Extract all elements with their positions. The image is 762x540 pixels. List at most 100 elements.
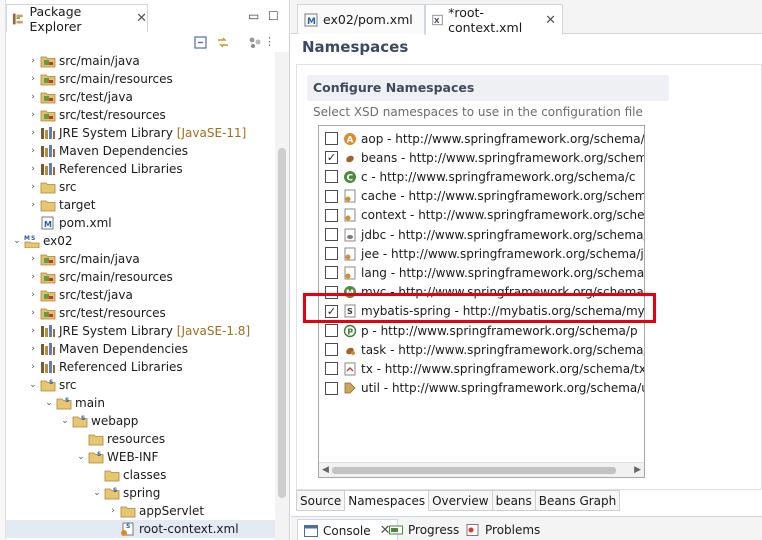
scrollbar-thumb[interactable] xyxy=(278,148,286,498)
jee-icon xyxy=(344,247,356,261)
tree-item[interactable]: ⌄ Smain xyxy=(6,394,276,412)
namespace-list-hscrollbar[interactable]: ◀ ▶ xyxy=(319,462,644,477)
maximize-icon[interactable]: ☐ xyxy=(268,9,279,23)
expand-arrow-icon[interactable]: ⌄ xyxy=(76,448,86,466)
namespace-checkbox[interactable] xyxy=(325,362,338,376)
expand-arrow-icon[interactable]: › xyxy=(28,124,38,142)
tree-item[interactable]: ⌄ M Sex02 xyxy=(6,232,276,250)
tree-item[interactable]: › src/test/java xyxy=(6,88,276,106)
close-icon[interactable]: ✕ xyxy=(545,13,556,28)
tab-problems[interactable]: Problems xyxy=(466,519,540,540)
tab-overview[interactable]: Overview xyxy=(429,490,493,511)
namespace-checkbox[interactable] xyxy=(325,247,338,261)
namespace-row[interactable]: lang - http://www.springframework.org/sc… xyxy=(319,263,644,282)
tab-root-context-xml[interactable]: X *root-context.xml ✕ xyxy=(425,4,563,35)
tree-item[interactable]: ⌄ S WEB-INF xyxy=(6,448,276,466)
expand-arrow-icon[interactable]: › xyxy=(28,178,38,196)
namespace-row[interactable]: Pp - http://www.springframework.org/sche… xyxy=(319,321,644,340)
namespace-row[interactable]: Aaop - http://www.springframework.org/sc… xyxy=(319,129,644,148)
expand-arrow-icon[interactable]: ⌄ xyxy=(12,232,22,250)
tree-item[interactable]: › src/main/java xyxy=(6,52,276,70)
tree-item[interactable]: › src/main/java xyxy=(6,250,276,268)
tree-item[interactable]: › src xyxy=(6,178,276,196)
tab-source[interactable]: Source xyxy=(296,490,346,511)
expand-arrow-icon[interactable]: › xyxy=(28,340,38,358)
minimize-icon[interactable]: ▭ xyxy=(248,9,259,23)
tab-pom-xml[interactable]: M ex02/pom.xml xyxy=(297,4,425,34)
namespace-checkbox[interactable] xyxy=(325,343,338,357)
scroll-left-icon[interactable]: ◀ xyxy=(322,465,329,475)
tree-item[interactable]: › src/test/resources xyxy=(6,304,276,322)
namespace-row[interactable]: tx - http://www.springframework.org/sche… xyxy=(319,359,644,378)
tree-item[interactable]: › target xyxy=(6,196,276,214)
expand-arrow-icon[interactable]: ⌄ xyxy=(44,394,54,412)
expand-arrow-icon[interactable]: › xyxy=(28,160,38,178)
tree-item[interactable]: › src/main/resources xyxy=(6,268,276,286)
expand-arrow-icon[interactable]: › xyxy=(28,70,38,88)
collapse-all-icon[interactable] xyxy=(194,36,208,49)
package-explorer-tab[interactable]: Package Explorer ✕ xyxy=(6,4,148,34)
expand-arrow-icon[interactable]: › xyxy=(28,304,38,322)
expand-arrow-icon[interactable]: › xyxy=(28,142,38,160)
tree-item[interactable]: › src/test/resources xyxy=(6,106,276,124)
tree-item[interactable]: › JRE System Library [JavaSE-1.8] xyxy=(6,322,276,340)
scroll-right-icon[interactable]: ▶ xyxy=(634,465,641,475)
tab-beans[interactable]: beans xyxy=(492,490,536,511)
tree-item[interactable]: ⌄ Ssrc xyxy=(6,376,276,394)
tree-item[interactable]: Mpom.xml xyxy=(6,214,276,232)
namespace-row[interactable]: util - http://www.springframework.org/sc… xyxy=(319,379,644,398)
namespace-checkbox[interactable] xyxy=(325,208,338,222)
tab-console[interactable]: Console ✕ xyxy=(297,519,398,540)
scrollbar-thumb[interactable] xyxy=(332,467,616,474)
expand-arrow-icon[interactable]: › xyxy=(28,52,38,70)
tree-item[interactable]: › Referenced Libraries xyxy=(6,358,276,376)
namespace-checkbox[interactable] xyxy=(325,170,338,184)
tree-item[interactable]: classes xyxy=(6,466,276,484)
close-icon[interactable]: ✕ xyxy=(136,11,147,26)
expand-arrow-icon[interactable]: ⌄ xyxy=(60,412,70,430)
tree-item[interactable]: › appServlet xyxy=(6,502,276,520)
tree-item[interactable]: › src/test/java xyxy=(6,286,276,304)
namespace-checkbox[interactable]: ✓ xyxy=(325,151,338,165)
tree-item[interactable]: ⌄ Swebapp xyxy=(6,412,276,430)
tree-item[interactable]: › JRE System Library [JavaSE-11] xyxy=(6,124,276,142)
expand-arrow-icon[interactable]: › xyxy=(28,88,38,106)
namespace-checkbox[interactable] xyxy=(325,266,338,280)
namespace-row[interactable]: cache - http://www.springframework.org/s… xyxy=(319,187,644,206)
expand-arrow-icon[interactable]: › xyxy=(28,106,38,124)
namespace-row[interactable]: context - http://www.springframework.org… xyxy=(319,206,644,225)
expand-arrow-icon[interactable]: › xyxy=(28,268,38,286)
namespace-checkbox[interactable] xyxy=(325,189,338,203)
expand-arrow-icon[interactable]: › xyxy=(28,286,38,304)
namespace-checkbox[interactable] xyxy=(325,324,338,337)
link-with-editor-icon[interactable] xyxy=(216,36,230,49)
expand-arrow-icon[interactable]: ⌄ xyxy=(28,376,38,394)
tab-progress[interactable]: Progress xyxy=(389,519,459,540)
tree-item[interactable]: › Referenced Libraries xyxy=(6,160,276,178)
tree-item[interactable]: Sroot-context.xml xyxy=(6,520,276,538)
tab-beans-graph[interactable]: Beans Graph xyxy=(535,490,621,511)
expand-arrow-icon[interactable]: › xyxy=(28,322,38,340)
namespace-row[interactable]: jdbc - http://www.springframework.org/sc… xyxy=(319,225,644,244)
tree-item[interactable]: resources xyxy=(6,430,276,448)
expand-arrow-icon[interactable]: › xyxy=(28,358,38,376)
namespace-row[interactable]: task - http://www.springframework.org/sc… xyxy=(319,340,644,359)
package-explorer-scrollbar[interactable] xyxy=(275,52,289,540)
tree-item[interactable]: › Maven Dependencies xyxy=(6,340,276,358)
view-menu-dots-icon[interactable]: ⋮ xyxy=(264,35,275,48)
expand-arrow-icon[interactable]: › xyxy=(28,250,38,268)
namespace-row[interactable]: Cc - http://www.springframework.org/sche… xyxy=(319,167,644,186)
expand-arrow-icon[interactable]: ⌄ xyxy=(92,484,102,502)
namespace-row[interactable]: jee - http://www.springframework.org/sch… xyxy=(319,244,644,263)
namespace-checkbox[interactable] xyxy=(325,132,338,145)
tree-item[interactable]: ⌄ Sspring xyxy=(6,484,276,502)
namespace-checkbox[interactable] xyxy=(325,228,338,241)
namespace-checkbox[interactable] xyxy=(325,381,338,395)
expand-arrow-icon[interactable]: › xyxy=(28,196,38,214)
tab-namespaces[interactable]: Namespaces xyxy=(345,490,430,511)
expand-arrow-icon[interactable]: › xyxy=(108,502,118,520)
tree-item[interactable]: › src/main/resources xyxy=(6,70,276,88)
namespace-row[interactable]: ✓ beans - http://www.springframework.org/… xyxy=(319,148,644,167)
tree-item[interactable]: › Maven Dependencies xyxy=(6,142,276,160)
view-menu-icon[interactable] xyxy=(248,36,262,49)
